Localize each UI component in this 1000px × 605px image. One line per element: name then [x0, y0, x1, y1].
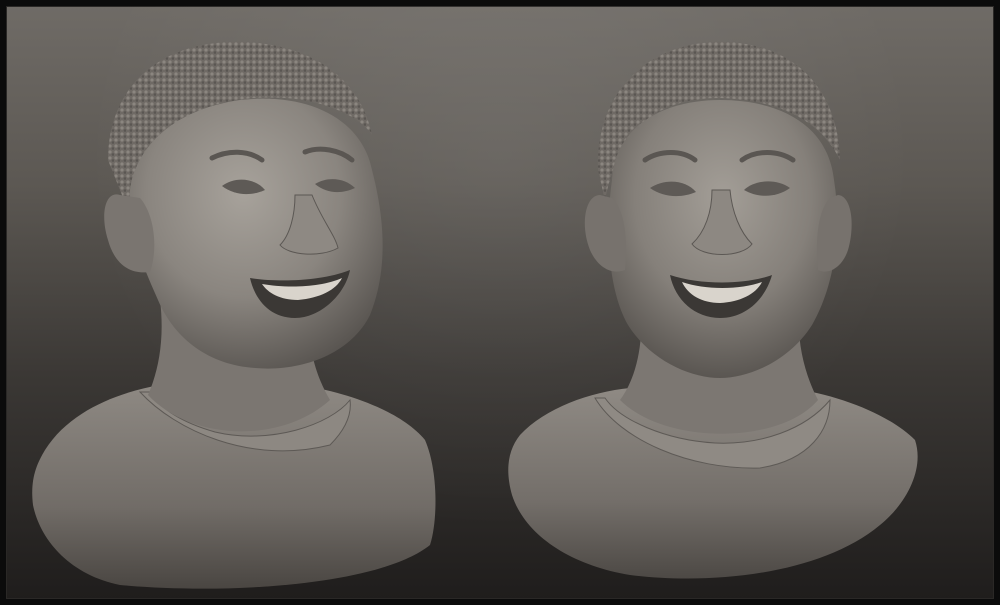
bust-right [508, 41, 918, 579]
bust-left [32, 41, 436, 589]
render-canvas [32, 41, 918, 589]
